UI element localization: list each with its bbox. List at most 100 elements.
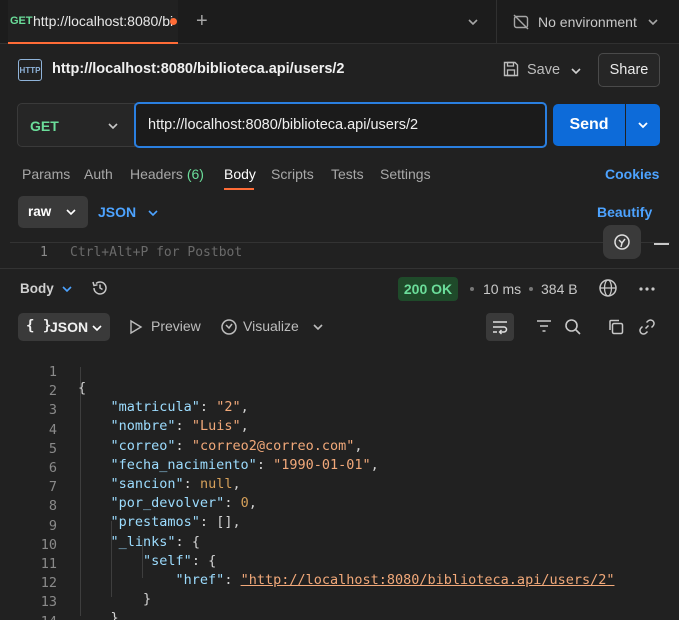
tab-title: http://localhost:8080/bi	[33, 13, 174, 29]
send-options-button[interactable]	[626, 104, 660, 146]
json-string: "2"	[216, 399, 241, 416]
tab-auth[interactable]: Auth	[84, 166, 113, 182]
tab-settings[interactable]: Settings	[380, 166, 431, 182]
code-line: 5 "fecha_nacimiento": "1990-01-01",	[0, 425, 379, 473]
history-icon[interactable]	[90, 278, 110, 298]
response-chevron-down-icon[interactable]	[60, 282, 74, 296]
environment-selector[interactable]: No environment	[538, 14, 637, 30]
json-string: "correo2@correo.com"	[191, 437, 355, 454]
visualize-icon[interactable]	[219, 317, 239, 337]
code-line: 10 "self": {	[0, 521, 216, 569]
beautify-button[interactable]: Beautify	[597, 204, 652, 220]
wrap-lines-button[interactable]	[486, 313, 514, 341]
active-tab-indicator	[224, 188, 254, 190]
json-braces-icon: { }	[26, 318, 52, 334]
code-line: 2 "matricula": "2",	[0, 367, 249, 415]
json-number: 0	[240, 495, 249, 512]
send-button[interactable]: Send	[553, 104, 625, 146]
json-link[interactable]: "http://localhost:8080/biblioteca.api/us…	[241, 572, 615, 588]
json-array: []	[216, 514, 233, 531]
filter-icon[interactable]	[535, 318, 553, 334]
separator-dot	[529, 287, 533, 291]
request-title[interactable]: http://localhost:8080/biblioteca.api/use…	[52, 61, 345, 77]
code-line: 12 }	[0, 559, 151, 607]
response-body-selector[interactable]: Body	[20, 281, 54, 296]
preview-button[interactable]: Preview	[151, 318, 201, 334]
search-icon[interactable]	[564, 318, 582, 336]
visualize-button[interactable]: Visualize	[243, 318, 299, 334]
code-line: 8 "prestamos": [],	[0, 482, 241, 530]
code-line: 9 "_links": {	[0, 502, 200, 550]
status-badge: 200 OK	[398, 277, 458, 301]
editor-placeholder: Ctrl+Alt+P for Postbot	[70, 245, 243, 260]
divider	[0, 268, 679, 269]
separator-dot	[470, 287, 474, 291]
globe-icon[interactable]	[597, 277, 619, 299]
json-key: "prestamos"	[110, 514, 200, 531]
no-environment-icon	[513, 14, 529, 30]
code-token: }	[143, 591, 152, 608]
wrap-lines-icon	[493, 321, 508, 335]
method-chevron-down-icon	[108, 123, 118, 130]
json-key: "correo"	[110, 437, 176, 454]
tab-bar: GET http://localhost:8080/bi + No enviro…	[0, 0, 679, 44]
tab-tests[interactable]: Tests	[331, 166, 364, 182]
json-string: "Luis"	[191, 418, 241, 435]
tab-method: GET	[10, 15, 33, 27]
save-chevron-down-icon[interactable]	[569, 64, 583, 78]
method-selector[interactable]: GET	[17, 103, 135, 147]
tab-headers[interactable]: Headers (6)	[130, 166, 204, 182]
tab-body[interactable]: Body	[224, 166, 256, 182]
body-mode-selector[interactable]: raw	[18, 196, 88, 228]
json-key: "self"	[143, 552, 192, 569]
editor-line-number: 1	[40, 245, 48, 260]
response-time: 10 ms	[483, 281, 522, 297]
json-key: "por_devolver"	[110, 495, 225, 512]
tab-headers-label: Headers	[130, 166, 183, 182]
more-options-icon[interactable]	[638, 286, 656, 292]
chevron-down-icon	[92, 325, 102, 332]
save-button[interactable]: Save	[527, 62, 560, 78]
code-line: 1 {	[0, 348, 86, 396]
new-tab-button[interactable]: +	[196, 10, 208, 33]
postbot-button[interactable]	[603, 225, 641, 259]
divider	[496, 0, 497, 44]
url-input[interactable]	[134, 102, 547, 148]
body-mode-label: raw	[28, 204, 52, 219]
code-token: }	[110, 610, 119, 620]
play-icon[interactable]	[129, 319, 143, 335]
code-line: 4 "correo": "correo2@correo.com",	[0, 406, 363, 454]
response-format-label: JSON	[50, 319, 89, 335]
tabs-chevron-down-icon[interactable]	[466, 15, 480, 29]
copy-icon[interactable]	[607, 318, 625, 336]
visualize-chevron-down-icon[interactable]	[311, 320, 325, 334]
json-key: "fecha_nacimiento"	[110, 456, 257, 473]
code-line: 3 "nombre": "Luis",	[0, 386, 249, 434]
share-button[interactable]: Share	[598, 53, 660, 87]
code-token: {	[191, 533, 200, 550]
json-key: "matricula"	[110, 399, 200, 416]
code-line: 14 }	[0, 598, 57, 620]
body-format-selector[interactable]: JSON	[98, 204, 136, 220]
format-chevron-down-icon[interactable]	[146, 206, 160, 220]
postbot-icon	[614, 234, 630, 250]
response-format-selector[interactable]: { } JSON	[18, 313, 110, 341]
json-null: null	[199, 476, 233, 492]
response-size: 384 B	[541, 281, 578, 297]
environment-chevron-down-icon[interactable]	[646, 15, 660, 29]
json-key: "_links"	[110, 533, 176, 550]
json-key: "nombre"	[110, 418, 176, 435]
json-key: "href"	[175, 572, 225, 588]
code-line: 6 "sancion": null,	[0, 444, 241, 492]
save-icon[interactable]	[502, 60, 520, 78]
code-line: 7 "por_devolver": 0,	[0, 463, 257, 511]
cookies-link[interactable]: Cookies	[605, 166, 659, 182]
line-number: 14	[0, 614, 57, 620]
code-line: 13 }	[0, 578, 119, 620]
link-icon[interactable]	[638, 318, 656, 336]
collapse-icon[interactable]	[654, 243, 669, 245]
request-tab[interactable]: GET http://localhost:8080/bi	[8, 0, 178, 44]
tab-params[interactable]: Params	[22, 166, 70, 182]
tab-scripts[interactable]: Scripts	[271, 166, 314, 182]
json-string: "1990-01-01"	[273, 456, 371, 473]
